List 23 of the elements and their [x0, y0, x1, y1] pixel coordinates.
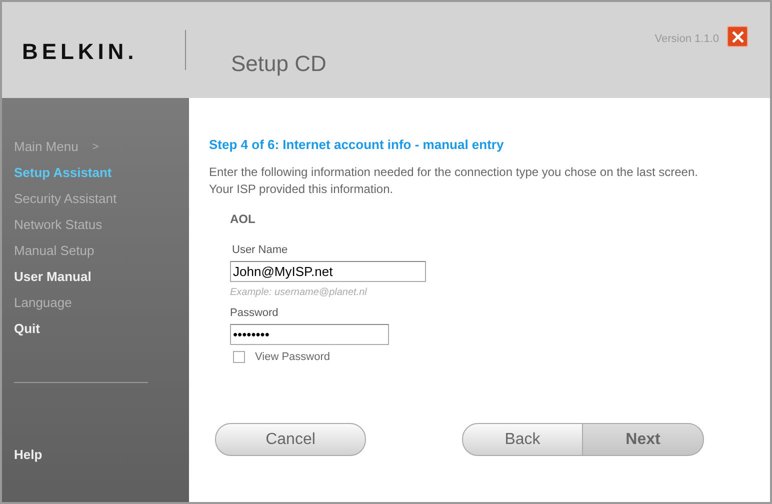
logo: BELKIN.: [22, 38, 138, 66]
field-label: Password: [230, 306, 280, 321]
step-heading: Step 4 of 6: Internet account info - manual entry: [209, 136, 505, 154]
close-button[interactable]: [727, 26, 748, 47]
checkbox-label: View Password: [255, 350, 330, 364]
sidebar-item[interactable]: User Manual: [14, 264, 189, 290]
window-title: Setup CD: [231, 50, 326, 78]
field-label: User Name: [232, 242, 289, 258]
cancel-button[interactable]: Cancel: [215, 423, 366, 456]
back-button[interactable]: Back: [462, 423, 583, 456]
sidebar-item[interactable]: Setup Assistant: [14, 160, 189, 186]
help-link[interactable]: Help: [14, 445, 189, 464]
user-name-field[interactable]: John@MyISP.net: [230, 261, 426, 282]
close-icon: [732, 30, 744, 42]
password-field[interactable]: ••••••••: [230, 324, 389, 344]
version-label: Version 1.1.0: [654, 32, 719, 47]
intro-text: Enter the following information needed for the connection type you chose on the last screen. Your ISP provided this information.: [209, 164, 699, 198]
sidebar-item[interactable]: Quit: [14, 316, 189, 342]
section-heading: AOL: [230, 210, 256, 228]
view-password-checkbox[interactable]: [233, 350, 245, 363]
next-button[interactable]: Next: [583, 423, 704, 456]
arrow-text: >: [92, 140, 99, 155]
hint-text: Example: username@planet.nl: [230, 286, 368, 300]
